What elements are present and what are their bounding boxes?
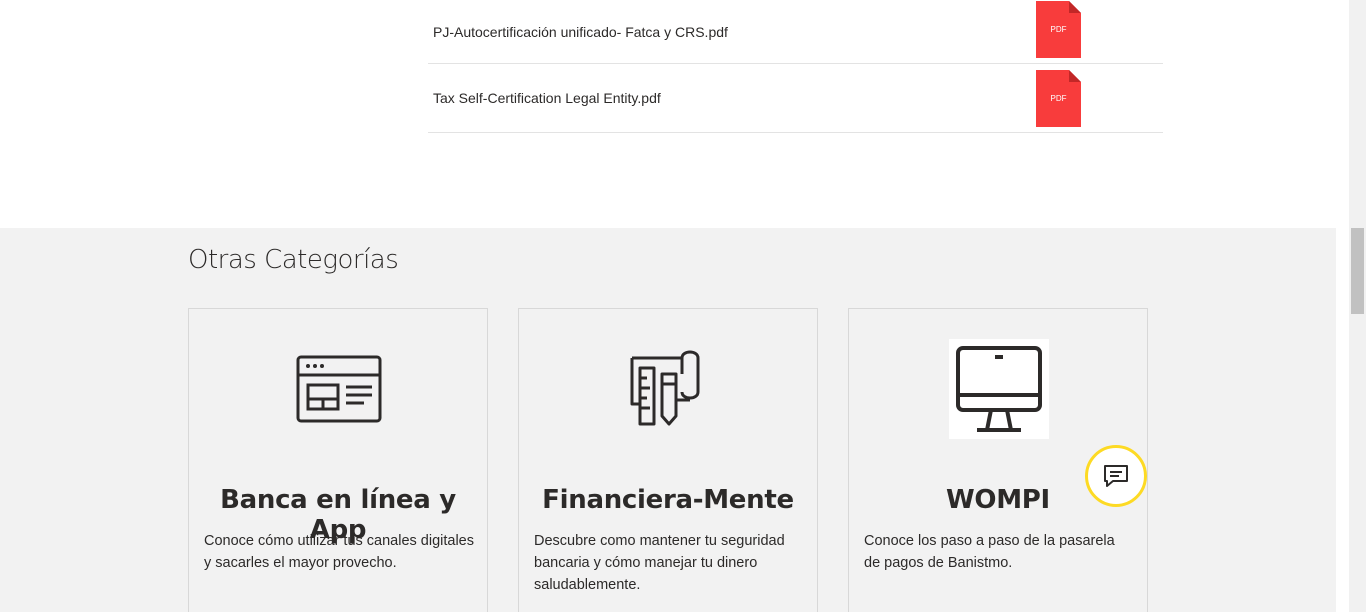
document-list: PJ-Autocertificación unificado- Fatca y … (428, 0, 1163, 133)
pdf-label: PDF (1050, 25, 1067, 34)
category-card-financiera[interactable]: Financiera-Mente Descubre como mantener … (518, 308, 818, 612)
chat-button[interactable] (1085, 445, 1147, 507)
section-title: Otras Categorías (188, 245, 399, 275)
document-name[interactable]: PJ-Autocertificación unificado- Fatca y … (433, 24, 728, 40)
scrollbar-thumb[interactable] (1351, 228, 1364, 314)
chat-bubble-icon (1104, 465, 1128, 487)
ruler-pencil-icon (619, 339, 719, 439)
document-row[interactable]: PJ-Autocertificación unificado- Fatca y … (428, 0, 1163, 64)
category-card-banca[interactable]: Banca en línea y App Conoce cómo utiliza… (188, 308, 488, 612)
browser-window-icon (289, 339, 389, 439)
monitor-icon (949, 339, 1049, 439)
card-title[interactable]: Financiera-Mente (519, 485, 817, 515)
card-description: Descubre como mantener tu seguridad banc… (534, 533, 785, 593)
pdf-file-icon[interactable]: PDF (1036, 70, 1081, 127)
document-row[interactable]: Tax Self-Certification Legal Entity.pdf … (428, 64, 1163, 133)
pdf-file-icon[interactable]: PDF (1036, 1, 1081, 58)
card-description: Conoce cómo utilizar tus canales digital… (204, 533, 474, 571)
document-name[interactable]: Tax Self-Certification Legal Entity.pdf (433, 90, 661, 106)
page-scrollbar[interactable] (1349, 0, 1366, 612)
other-categories-section: Otras Categorías Banca en línea y App Co… (0, 228, 1336, 612)
card-description: Conoce los paso a paso de la pasarela de… (864, 533, 1115, 571)
pdf-label: PDF (1050, 94, 1067, 103)
documents-section: PJ-Autocertificación unificado- Fatca y … (0, 0, 1349, 228)
